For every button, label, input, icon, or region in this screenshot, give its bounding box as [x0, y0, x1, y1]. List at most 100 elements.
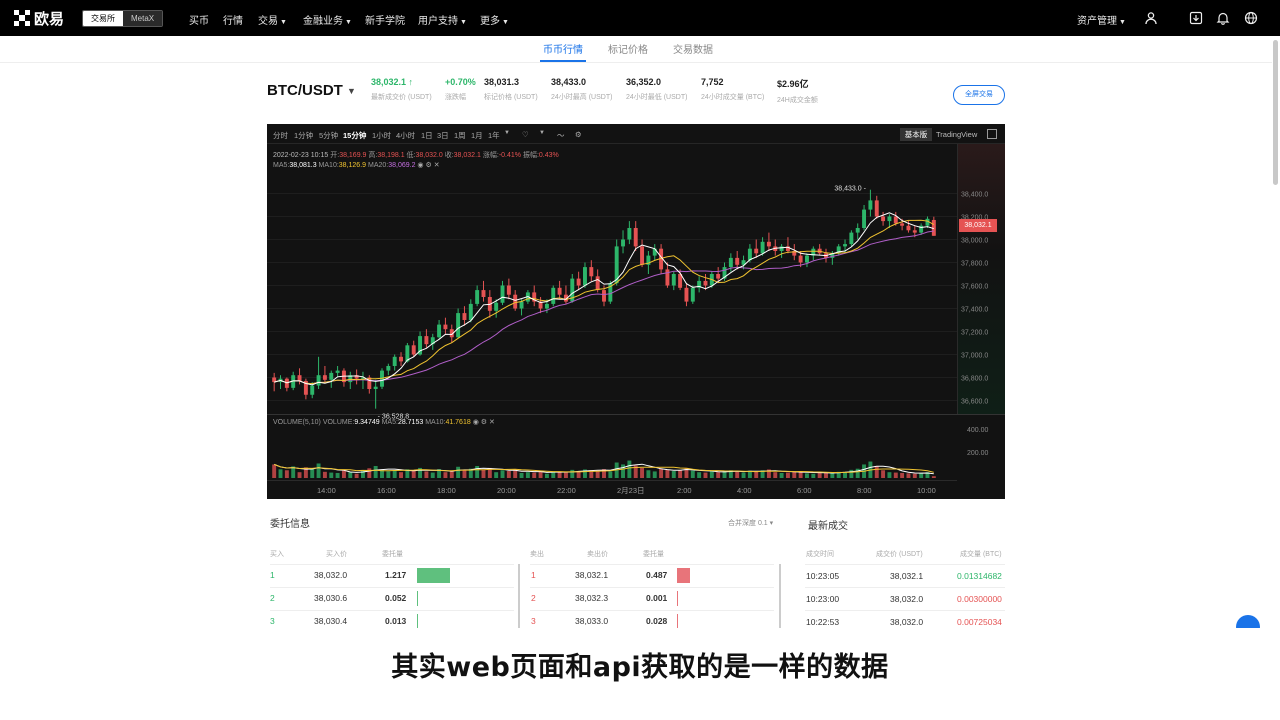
price-tick-label: 37,600.0	[961, 284, 988, 291]
buy-price[interactable]: 38,030.6	[314, 593, 347, 603]
buy-index: 2	[270, 593, 275, 603]
nav-support[interactable]: 用户支持 ▼	[418, 12, 467, 27]
download-icon[interactable]	[1189, 11, 1203, 25]
volume-bar	[779, 472, 784, 478]
subnav-divider	[0, 62, 1272, 63]
candle-body	[595, 276, 600, 291]
volume-bar	[659, 468, 664, 478]
candle-body	[633, 228, 638, 247]
mark-price-block: 38,031.3 标记价格 (USDT)	[484, 77, 538, 102]
volume-bar	[475, 465, 480, 478]
buy-depth-bar	[417, 614, 418, 629]
low-block: 36,352.0 24小时最低 (USDT)	[626, 77, 687, 102]
high-24h: 38,433.0	[551, 77, 587, 87]
nav-buy-crypto[interactable]: 买币	[189, 12, 209, 27]
volume-bar	[678, 470, 683, 478]
caret-down-icon[interactable]: ▼	[347, 86, 356, 96]
volume-tick-label: 400.00	[967, 427, 989, 434]
price-tick-label: 36,800.0	[961, 376, 988, 383]
low-24h-label: 24小时最低 (USDT)	[626, 94, 688, 101]
sell-price[interactable]: 38,033.0	[575, 616, 608, 626]
chevron-down-icon: ▼	[345, 19, 352, 26]
candle-body	[589, 267, 594, 277]
candle-body	[551, 287, 556, 304]
nav-more[interactable]: 更多 ▼	[480, 12, 509, 27]
volume-bar	[887, 472, 892, 478]
trade-price: 38,032.1	[890, 571, 924, 581]
volume-bar	[557, 472, 562, 478]
logo-text: 欧易	[34, 10, 65, 28]
buy-depth-bar	[417, 591, 418, 606]
high-price-marker: 38,433.0 -	[834, 186, 866, 193]
candle-body	[544, 303, 549, 309]
nav-markets[interactable]: 行情	[223, 12, 243, 27]
candle-body	[665, 269, 670, 286]
sell-depth-bar	[677, 614, 678, 629]
sell-index: 2	[531, 593, 536, 603]
row-divider	[805, 587, 1005, 588]
time-tick-label: 18:00	[437, 486, 456, 495]
fullscreen-trade-button[interactable]: 全屏交易	[953, 85, 1005, 105]
volume-bar	[843, 472, 847, 478]
panel-divider	[518, 564, 520, 628]
turnover-block: $2.96亿 24H成交金额	[777, 77, 818, 105]
candle-body	[798, 255, 803, 263]
volume-bar	[671, 471, 676, 478]
buy-price[interactable]: 38,032.0	[314, 570, 347, 580]
page-scrollbar[interactable]	[1273, 40, 1278, 185]
buy-col-index: 买入	[270, 551, 284, 558]
exchange-switch: 交易所 MetaX	[82, 10, 164, 27]
time-tick-label: 22:00	[557, 486, 576, 495]
volume-bar	[735, 471, 740, 478]
volume-bar	[665, 469, 670, 478]
volume-bar	[785, 472, 790, 478]
sell-index: 1	[531, 570, 536, 580]
nav-academy[interactable]: 新手学院	[365, 12, 405, 27]
pair-selector[interactable]: BTC/USDT	[267, 82, 343, 99]
time-tick-label: 10:00	[917, 486, 936, 495]
nav-assets-label: 资产管理	[1077, 16, 1117, 27]
candle-body	[481, 290, 486, 297]
trade-col-qty: 成交量 (BTC)	[960, 551, 1002, 558]
bell-icon[interactable]	[1216, 11, 1230, 25]
mark-price-label: 标记价格 (USDT)	[484, 94, 538, 101]
volume-bar	[570, 469, 575, 478]
kline-chart[interactable]: 分时 1分钟 5分钟 15分钟 1小时 4小时 1日 3日 1周 1月 1年 ▼…	[267, 124, 1005, 499]
globe-icon[interactable]	[1244, 11, 1258, 25]
nav-assets[interactable]: 资产管理 ▼	[1077, 12, 1126, 27]
chevron-down-icon: ▼	[460, 19, 467, 26]
user-icon[interactable]	[1144, 11, 1158, 25]
candle-body	[443, 324, 448, 330]
row-divider	[530, 587, 774, 588]
chevron-down-icon: ▼	[502, 19, 509, 26]
nav-trade[interactable]: 交易 ▼	[258, 12, 287, 27]
panel-divider	[779, 564, 781, 628]
okx-logo[interactable]: 欧易	[14, 9, 65, 28]
sell-col-price: 卖出价	[587, 551, 608, 558]
metax-tab[interactable]: MetaX	[123, 11, 163, 26]
turnover-24h-label: 24H成交金额	[777, 97, 818, 104]
row-divider	[270, 564, 514, 565]
volume-bar	[278, 469, 283, 478]
sell-price[interactable]: 38,032.1	[575, 570, 608, 580]
exchange-tab[interactable]: 交易所	[83, 11, 123, 26]
volume-bar	[354, 473, 359, 478]
sell-price[interactable]: 38,032.3	[575, 593, 608, 603]
nav-finance[interactable]: 金融业务 ▼	[303, 12, 352, 27]
buy-price[interactable]: 38,030.4	[314, 616, 347, 626]
candle-body	[424, 336, 429, 345]
candle-body	[747, 248, 752, 261]
buy-col-price: 买入价	[326, 551, 347, 558]
low-price-marker: - 36,528.8	[378, 414, 410, 421]
price-tick-label: 37,200.0	[961, 330, 988, 337]
candle-body	[760, 241, 765, 254]
volume-bar	[563, 472, 568, 478]
volume-bar	[893, 472, 898, 478]
candle-body	[316, 375, 321, 386]
candle-body	[468, 303, 473, 320]
tab-mark-price[interactable]: 标记价格	[608, 41, 648, 56]
depth-select[interactable]: 合并深度 0.1 ▾	[728, 518, 773, 528]
tab-trading-data[interactable]: 交易数据	[673, 41, 713, 56]
candle-body	[322, 375, 327, 380]
tab-spot-market[interactable]: 币币行情	[543, 41, 583, 56]
